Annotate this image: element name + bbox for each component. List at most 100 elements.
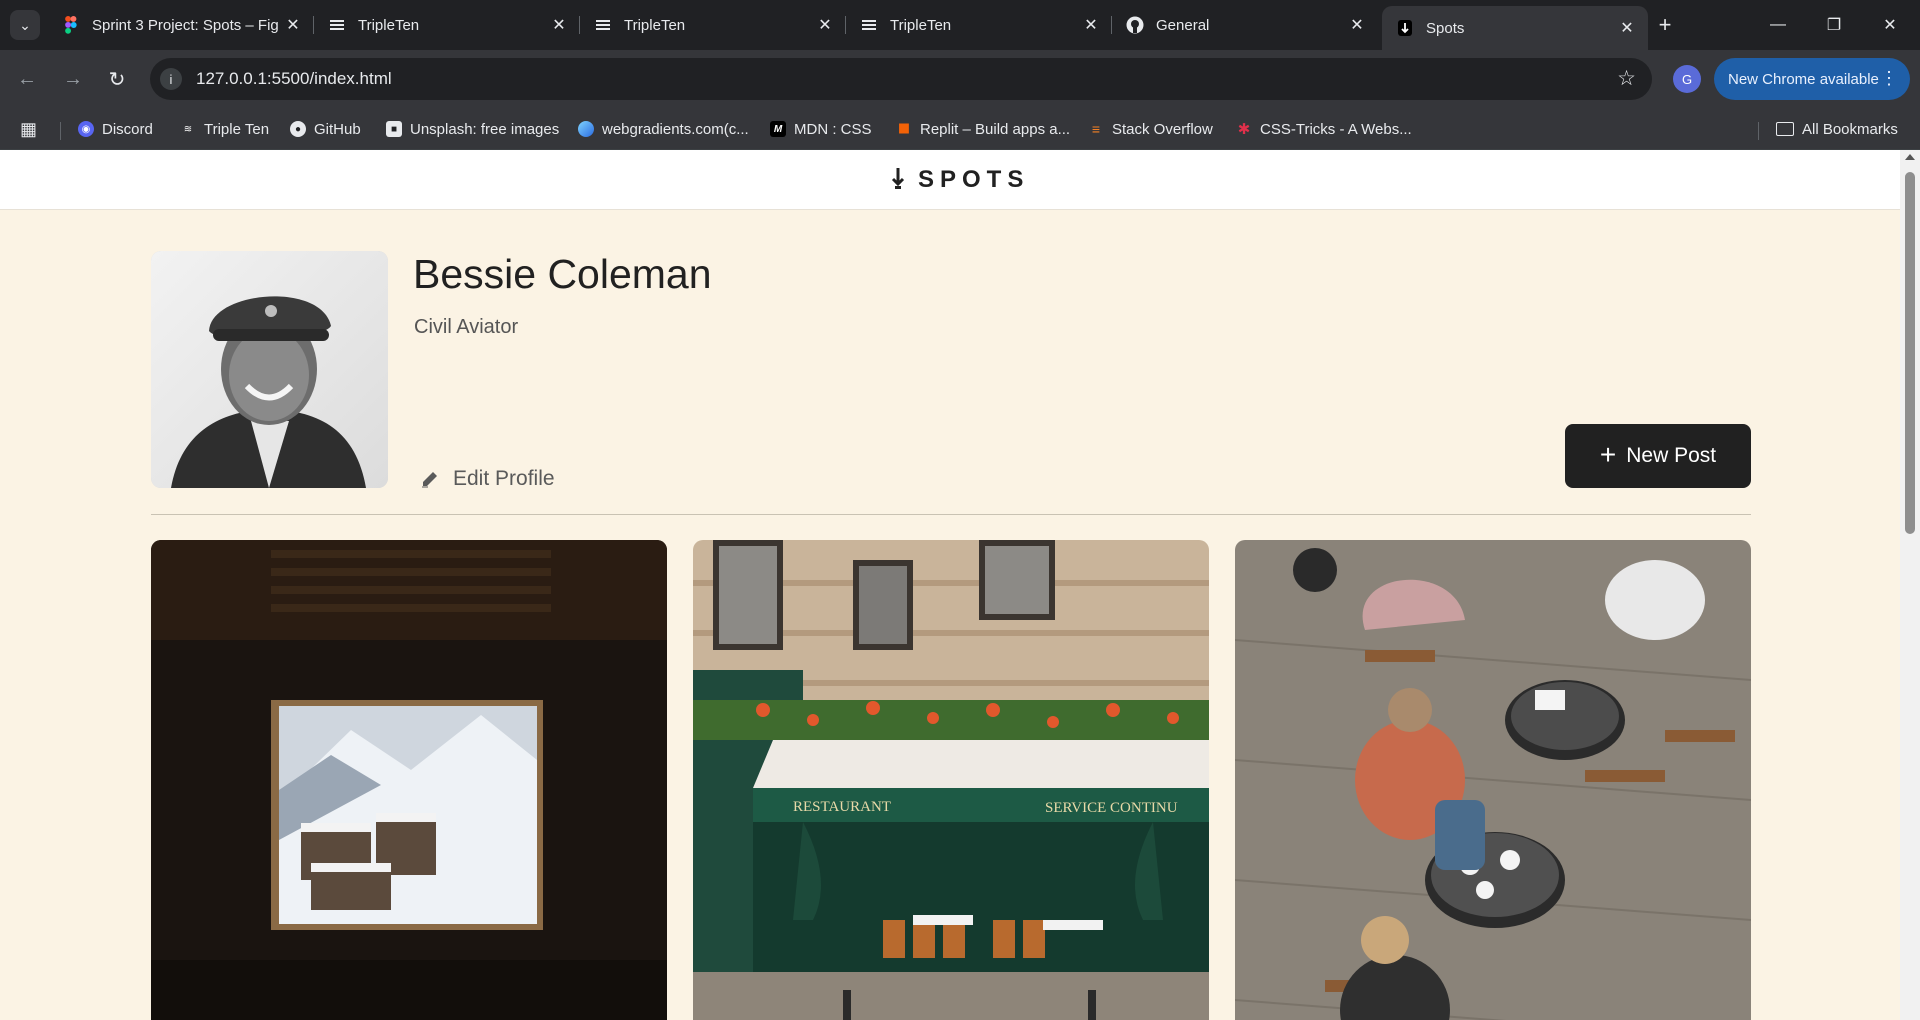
tripleten-icon [328, 16, 346, 34]
chevron-down-icon: ⌄ [19, 16, 31, 33]
card-image-cafe-terrace[interactable] [1235, 540, 1751, 1020]
bookmark-label: CSS-Tricks - A Webs... [1260, 120, 1412, 138]
github-icon [1126, 16, 1144, 34]
folder-icon [1776, 122, 1794, 136]
tab-title: Spots [1426, 19, 1465, 37]
plus-icon: + [1599, 438, 1617, 470]
tripleten-icon [860, 16, 878, 34]
new-tab-button[interactable]: + [1650, 10, 1680, 40]
tab-title: Sprint 3 Project: Spots – Fig [92, 16, 279, 34]
tab-figma[interactable]: Sprint 3 Project: Spots – Fig ✕ [48, 6, 314, 44]
restore-icon: ❐ [1826, 17, 1842, 34]
bookmark-replit[interactable]: ⯀ Replit – Build apps a... [896, 116, 1070, 142]
svg-text:RESTAURANT: RESTAURANT [793, 799, 891, 815]
minimize-icon: — [1770, 16, 1786, 33]
profile-name: Bessie Coleman [413, 251, 712, 297]
discord-icon: ◉ [78, 121, 94, 137]
close-icon[interactable]: ✕ [816, 16, 834, 34]
minimize-button[interactable]: — [1750, 0, 1806, 50]
star-icon[interactable]: ☆ [1617, 66, 1636, 91]
csstricks-icon: ✱ [1237, 121, 1251, 138]
mdn-icon: M [770, 121, 786, 137]
bookmark-label: Replit – Build apps a... [920, 120, 1071, 138]
webgradients-icon [578, 121, 594, 137]
bookmark-label: Discord [102, 120, 153, 138]
bookmarks-bar: ▦ ◉ Discord ≋ Triple Ten ● GitHub ■ Unsp… [0, 108, 1920, 150]
bookmark-discord[interactable]: ◉ Discord [78, 116, 153, 142]
card-image-window-view[interactable] [151, 540, 667, 1020]
site-header: SPOTS [0, 150, 1900, 210]
tab-title: TripleTen [358, 16, 420, 34]
apps-grid-icon: ▦ [20, 118, 38, 139]
replit-icon: ⯀ [898, 120, 910, 137]
edit-profile-label: Edit Profile [453, 467, 555, 490]
bookmark-label: MDN : CSS [794, 120, 872, 138]
tripleten-icon: ≋ [183, 123, 193, 135]
bookmark-label: GitHub [314, 120, 361, 138]
tab-tripleten[interactable]: TripleTen ✕ [846, 6, 1112, 44]
spots-icon [1396, 19, 1414, 37]
github-icon: ● [290, 121, 306, 137]
new-post-button[interactable]: + New Post [1565, 424, 1751, 488]
arrow-right-icon: → [63, 67, 83, 90]
more-vert-icon: ⋮ [1880, 68, 1898, 88]
profile-divider [151, 514, 1751, 515]
bookmark-stackoverflow[interactable]: ≡ Stack Overflow [1088, 116, 1213, 142]
bookmark-csstricks[interactable]: ✱ CSS-Tricks - A Webs... [1236, 116, 1412, 142]
bookmark-label: Unsplash: free images [410, 120, 560, 138]
browser-toolbar: ← → ↻ i 127.0.0.1:5500/index.html ☆ G Ne… [0, 50, 1920, 108]
spots-logo[interactable]: SPOTS [890, 166, 1029, 194]
bookmark-unsplash[interactable]: ■ Unsplash: free images [386, 116, 559, 142]
bookmark-tripleten[interactable]: ≋ Triple Ten [180, 116, 269, 142]
restore-button[interactable]: ❐ [1806, 0, 1862, 50]
scrollbar-thumb[interactable] [1905, 172, 1915, 534]
update-chrome-button[interactable]: New Chrome available ⋮ [1714, 58, 1910, 100]
tab-spots[interactable]: Spots ✕ [1382, 6, 1648, 50]
bookmark-github[interactable]: ● GitHub [290, 116, 361, 142]
close-window-button[interactable]: ✕ [1862, 0, 1918, 50]
forward-button[interactable]: → [58, 64, 88, 94]
figma-icon [62, 16, 80, 34]
reload-button[interactable]: ↻ [102, 64, 132, 94]
apps-button[interactable]: ▦ [20, 116, 37, 142]
url-text[interactable]: 127.0.0.1:5500/index.html [196, 69, 392, 89]
close-icon[interactable]: ✕ [550, 16, 568, 34]
tab-tripleten[interactable]: TripleTen ✕ [314, 6, 580, 44]
tab-title: TripleTen [624, 16, 686, 34]
scroll-up-arrow-icon[interactable] [1905, 154, 1915, 160]
profile-avatar[interactable]: G [1673, 65, 1701, 93]
tab-github-general[interactable]: General ✕ [1112, 6, 1378, 44]
reload-icon: ↻ [108, 68, 126, 91]
plus-icon: + [1658, 12, 1672, 37]
edit-profile-button[interactable]: Edit Profile [419, 467, 555, 491]
tab-title: General [1156, 16, 1210, 34]
all-bookmarks[interactable]: All Bookmarks [1776, 116, 1898, 142]
page-scrollbar[interactable] [1900, 150, 1920, 1020]
spots-logo-icon [890, 167, 906, 193]
bookmark-mdn[interactable]: M MDN : CSS [770, 116, 872, 142]
bookmark-label: Triple Ten [204, 120, 270, 138]
all-bookmarks-label: All Bookmarks [1802, 120, 1898, 138]
profile-section: Bessie Coleman Civil Aviator Edit Profil… [151, 251, 1751, 491]
info-icon[interactable]: i [160, 68, 182, 90]
close-icon[interactable]: ✕ [1082, 16, 1100, 34]
bookmark-label: webgradients.com(c... [602, 120, 749, 138]
logo-text: SPOTS [918, 166, 1030, 193]
tab-tripleten[interactable]: TripleTen ✕ [580, 6, 846, 44]
close-icon[interactable]: ✕ [284, 16, 302, 34]
tab-search-button[interactable]: ⌄ [10, 10, 40, 40]
stackoverflow-icon: ≡ [1091, 121, 1101, 137]
back-button[interactable]: ← [12, 64, 42, 94]
profile-description: Civil Aviator [414, 316, 519, 338]
bookmark-label: Stack Overflow [1112, 120, 1213, 138]
page-content: SPOTS Bessie Coleman Civil Aviator Edit … [0, 150, 1900, 1020]
close-icon[interactable]: ✕ [1348, 16, 1366, 34]
tripleten-icon [594, 16, 612, 34]
address-bar[interactable]: i 127.0.0.1:5500/index.html ☆ [150, 58, 1652, 100]
svg-text:SERVICE CONTINU: SERVICE CONTINU [1045, 800, 1178, 816]
tab-title: TripleTen [890, 16, 952, 34]
update-chrome-label: New Chrome available [1728, 70, 1879, 88]
card-image-restaurant[interactable]: RESTAURANT SERVICE CONTINU [693, 540, 1209, 1020]
bookmark-webgradients[interactable]: webgradients.com(c... [578, 116, 749, 142]
close-icon[interactable]: ✕ [1618, 19, 1636, 37]
